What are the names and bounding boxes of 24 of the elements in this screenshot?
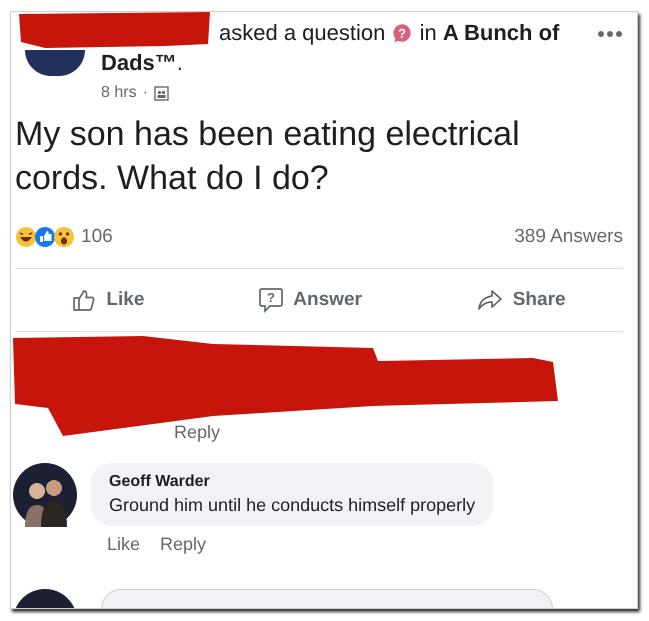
comment-link[interactable]: Like [107,534,140,555]
comment-author[interactable]: Geoff Warder [109,473,476,491]
more-icon[interactable] [597,30,623,38]
comment-link[interactable]: Reply [160,534,206,555]
avatar[interactable] [25,50,85,76]
like-button[interactable]: Like [62,281,154,319]
reaction-count[interactable]: 106 [81,226,113,248]
question-icon: ? [391,22,414,44]
comment-text: Ground him until he conducts himself properly [109,495,476,516]
separator-dot: · [142,84,148,102]
question-bubble-icon: ? [259,287,284,313]
wow-emoji-icon [53,226,75,248]
thumbs-up-icon [72,288,96,312]
share-arrow-icon [476,288,503,312]
group-icon [154,86,169,100]
comment-link[interactable]: Reply [174,422,220,443]
laugh-emoji-icon [15,226,37,248]
like-emoji-icon [34,226,56,248]
post-time[interactable]: 8 hrs [101,84,137,102]
answers-count[interactable]: 389 Answers [514,226,623,248]
question-text: My son has been eating electrical cords. What do I do? [15,114,521,199]
avatar[interactable] [13,463,77,527]
share-button[interactable]: Share [466,281,576,319]
answer-button[interactable]: ? Answer [249,281,372,319]
